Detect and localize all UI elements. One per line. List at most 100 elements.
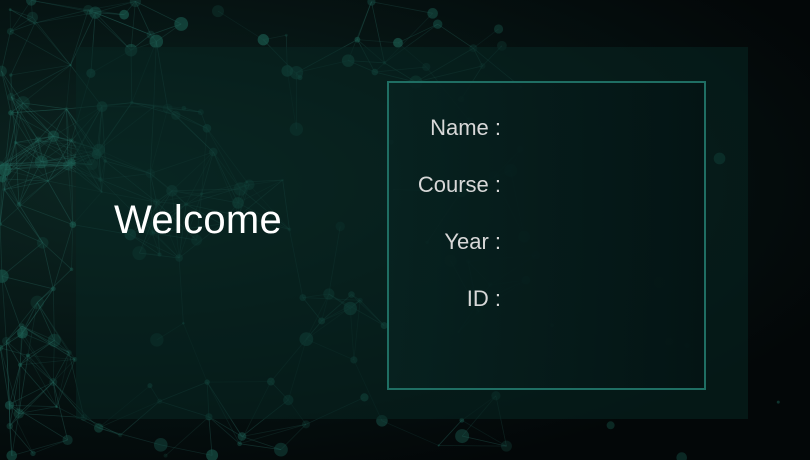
network-node xyxy=(25,353,30,358)
network-line xyxy=(3,189,44,243)
network-line xyxy=(22,288,54,334)
network-node xyxy=(18,362,23,367)
network-node xyxy=(6,422,13,430)
network-node xyxy=(153,438,168,452)
network-line xyxy=(52,288,55,341)
network-line xyxy=(18,381,54,414)
network-node xyxy=(212,5,225,18)
network-node xyxy=(30,450,36,457)
network-node xyxy=(93,423,104,433)
network-node xyxy=(493,24,504,34)
network-node xyxy=(8,110,14,116)
network-line xyxy=(437,23,474,49)
network-line xyxy=(208,416,240,445)
network-line xyxy=(397,23,438,44)
id-label: ID : xyxy=(466,286,501,311)
network-line xyxy=(357,1,372,40)
network-node xyxy=(13,140,18,145)
welcome-slide: Welcome Name : Course : Year : ID : xyxy=(0,0,810,460)
network-node xyxy=(34,136,42,144)
network-line xyxy=(32,439,68,454)
network-line xyxy=(357,39,399,44)
network-node xyxy=(47,333,61,347)
network-node xyxy=(437,444,440,447)
network-line xyxy=(98,427,161,446)
network-node xyxy=(34,155,48,169)
network-line xyxy=(438,445,507,447)
network-node xyxy=(26,11,38,23)
network-node xyxy=(46,179,50,183)
network-line xyxy=(1,31,11,72)
network-line xyxy=(9,381,54,405)
network-node xyxy=(500,440,512,452)
network-node xyxy=(606,421,615,430)
network-line xyxy=(32,16,71,66)
network-node xyxy=(19,323,25,329)
network-node xyxy=(36,236,49,249)
network-line xyxy=(371,1,433,14)
network-node xyxy=(284,33,288,37)
network-line xyxy=(1,242,43,277)
network-line xyxy=(10,22,36,76)
network-line xyxy=(19,364,57,407)
network-line xyxy=(6,139,39,164)
network-line xyxy=(4,189,20,205)
network-node xyxy=(257,34,270,46)
network-line xyxy=(95,0,136,14)
network-node xyxy=(49,378,58,387)
network-node xyxy=(8,8,12,12)
year-label: Year : xyxy=(444,229,501,254)
network-line xyxy=(165,416,210,456)
network-line xyxy=(135,1,182,25)
network-line xyxy=(1,275,54,290)
network-node xyxy=(16,201,22,207)
network-node xyxy=(206,449,219,460)
network-line xyxy=(10,31,71,66)
network-line xyxy=(0,224,3,277)
network-node xyxy=(7,92,15,101)
network-line xyxy=(42,242,72,270)
network-node xyxy=(174,17,189,31)
network-node xyxy=(455,429,470,444)
network-node xyxy=(146,30,155,39)
network-line xyxy=(8,405,13,456)
network-node xyxy=(55,405,58,408)
network-node xyxy=(367,0,376,6)
network-node xyxy=(2,187,7,192)
network-node xyxy=(13,408,25,419)
network-line xyxy=(71,224,74,270)
network-line xyxy=(22,332,70,354)
network-line xyxy=(4,180,49,191)
network-line xyxy=(34,9,89,24)
network-node xyxy=(89,6,102,19)
network-node xyxy=(17,327,28,339)
network-node xyxy=(6,27,14,35)
network-node xyxy=(26,0,37,6)
network-line xyxy=(241,423,307,437)
network-node xyxy=(64,106,69,111)
network-node xyxy=(163,453,168,458)
network-line xyxy=(52,352,70,383)
network-line xyxy=(11,439,68,457)
network-node xyxy=(69,138,74,143)
network-node xyxy=(69,267,74,272)
course-label: Course : xyxy=(417,172,501,197)
network-node xyxy=(118,433,123,438)
network-node xyxy=(16,111,19,114)
network-line xyxy=(18,204,44,243)
network-node xyxy=(274,442,288,457)
network-node xyxy=(2,336,11,346)
network-node xyxy=(0,65,7,77)
network-node xyxy=(119,9,130,20)
network-node xyxy=(4,400,14,410)
network-line xyxy=(66,65,71,109)
network-line xyxy=(381,420,439,446)
name-label: Name : xyxy=(430,115,501,140)
network-line xyxy=(130,1,136,51)
network-line xyxy=(11,413,20,456)
network-line xyxy=(52,224,74,289)
network-node xyxy=(354,36,361,43)
network-node xyxy=(47,130,60,142)
network-line xyxy=(18,406,57,414)
network-line xyxy=(22,64,71,104)
